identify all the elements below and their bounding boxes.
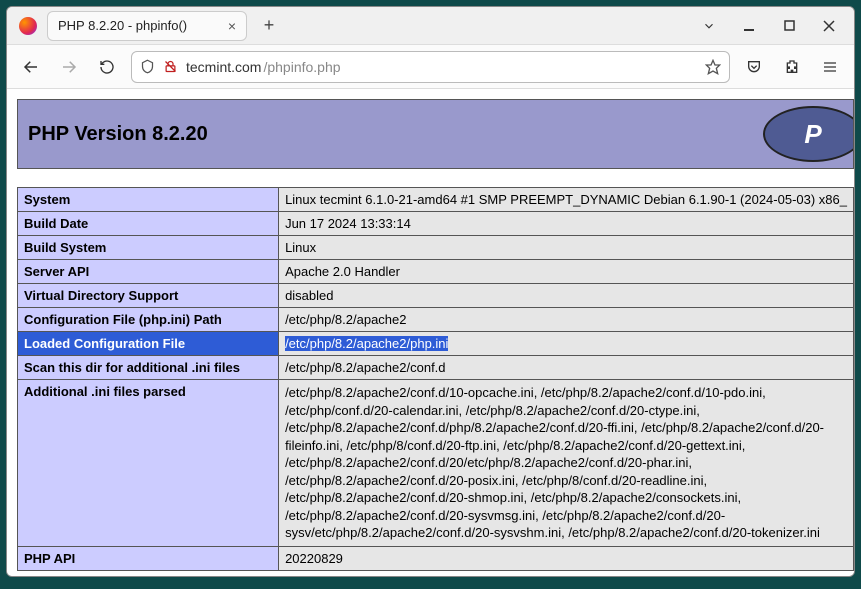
not-secure-icon xyxy=(163,59,178,74)
browser-tab[interactable]: PHP 8.2.20 - phpinfo() × xyxy=(47,11,247,41)
phpinfo-table: SystemLinux tecmint 6.1.0-21-amd64 #1 SM… xyxy=(17,187,854,571)
extensions-icon[interactable] xyxy=(778,53,806,81)
pocket-icon[interactable] xyxy=(740,53,768,81)
table-row: Virtual Directory Supportdisabled xyxy=(18,284,854,308)
table-row: Build SystemLinux xyxy=(18,236,854,260)
minimize-button[interactable] xyxy=(736,13,762,39)
chevron-down-icon[interactable] xyxy=(696,13,722,39)
table-row: Server APIApache 2.0 Handler xyxy=(18,260,854,284)
selected-text: /etc/php/8.2/apache2/php.ini xyxy=(285,336,448,351)
table-row: SystemLinux tecmint 6.1.0-21-amd64 #1 SM… xyxy=(18,188,854,212)
url-host: tecmint.com xyxy=(186,59,261,75)
page-content: PHP Version 8.2.20 P SystemLinux tecmint… xyxy=(7,89,854,576)
new-tab-button[interactable]: + xyxy=(255,12,283,40)
forward-button[interactable] xyxy=(55,53,83,81)
url-path: /phpinfo.php xyxy=(263,59,340,75)
php-logo: P xyxy=(763,106,854,162)
address-bar[interactable]: tecmint.com/phpinfo.php xyxy=(131,51,730,83)
table-row: Scan this dir for additional .ini files/… xyxy=(18,356,854,380)
phpinfo-header: PHP Version 8.2.20 P xyxy=(17,99,854,169)
table-row: Build DateJun 17 2024 13:33:14 xyxy=(18,212,854,236)
close-tab-icon[interactable]: × xyxy=(228,18,236,34)
table-row: Configuration File (php.ini) Path/etc/ph… xyxy=(18,308,854,332)
browser-window: PHP 8.2.20 - phpinfo() × + xyxy=(6,6,855,577)
reload-button[interactable] xyxy=(93,53,121,81)
shield-icon xyxy=(140,59,155,74)
bookmark-star-icon[interactable] xyxy=(705,59,721,75)
table-row: Additional .ini files parsed/etc/php/8.2… xyxy=(18,380,854,547)
page-title: PHP Version 8.2.20 xyxy=(28,123,208,146)
back-button[interactable] xyxy=(17,53,45,81)
firefox-icon xyxy=(13,17,43,35)
nav-toolbar: tecmint.com/phpinfo.php xyxy=(7,45,854,89)
menu-button[interactable] xyxy=(816,53,844,81)
tab-title: PHP 8.2.20 - phpinfo() xyxy=(58,18,187,33)
tab-bar: PHP 8.2.20 - phpinfo() × + xyxy=(7,7,854,45)
table-row-highlighted: Loaded Configuration File/etc/php/8.2/ap… xyxy=(18,332,854,356)
table-row: PHP API20220829 xyxy=(18,546,854,570)
maximize-button[interactable] xyxy=(776,13,802,39)
close-window-button[interactable] xyxy=(816,13,842,39)
